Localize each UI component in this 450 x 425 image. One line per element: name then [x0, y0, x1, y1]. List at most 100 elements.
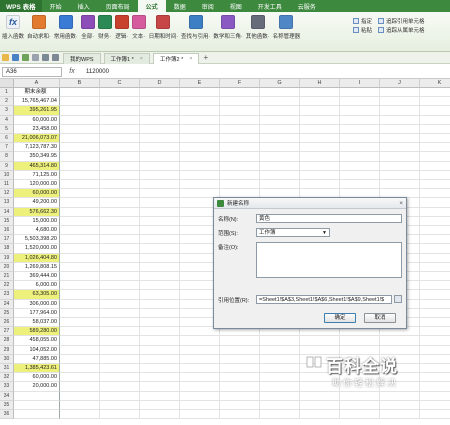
- cell[interactable]: [100, 198, 140, 208]
- cell[interactable]: [220, 134, 260, 144]
- cell[interactable]: [300, 336, 340, 346]
- cell[interactable]: [300, 400, 340, 410]
- close-icon[interactable]: ×: [399, 200, 403, 207]
- cell[interactable]: [260, 382, 300, 392]
- cell[interactable]: [140, 354, 180, 364]
- cell[interactable]: [420, 272, 450, 282]
- cell[interactable]: [100, 106, 140, 116]
- cell[interactable]: [140, 272, 180, 282]
- cell[interactable]: [100, 336, 140, 346]
- cell[interactable]: [180, 124, 220, 134]
- cell[interactable]: [100, 216, 140, 226]
- cell[interactable]: [260, 410, 300, 420]
- cell[interactable]: [340, 115, 380, 125]
- cell[interactable]: [340, 410, 380, 420]
- cell[interactable]: [60, 161, 100, 171]
- cell[interactable]: [100, 124, 140, 134]
- cell[interactable]: [180, 354, 220, 364]
- cell[interactable]: [420, 143, 450, 153]
- cell[interactable]: [100, 410, 140, 420]
- menu-item[interactable]: 页面布局: [98, 0, 138, 12]
- row-header[interactable]: 31: [0, 364, 14, 374]
- cell[interactable]: [260, 106, 300, 116]
- cell[interactable]: [60, 216, 100, 226]
- cell[interactable]: [380, 410, 420, 420]
- row-header[interactable]: 17: [0, 235, 14, 245]
- cell[interactable]: [220, 382, 260, 392]
- row-header[interactable]: 2: [0, 97, 14, 107]
- cell[interactable]: [140, 124, 180, 134]
- cell[interactable]: [60, 410, 100, 420]
- cell[interactable]: [140, 318, 180, 328]
- cell-a[interactable]: 5,503,398.20: [14, 235, 60, 245]
- cell[interactable]: [180, 106, 220, 116]
- row-header[interactable]: 10: [0, 170, 14, 180]
- cell-a[interactable]: 49,200.00: [14, 198, 60, 208]
- cell[interactable]: [420, 290, 450, 300]
- row-header[interactable]: 20: [0, 262, 14, 272]
- cell[interactable]: [220, 170, 260, 180]
- cell[interactable]: [300, 106, 340, 116]
- row-header[interactable]: 35: [0, 400, 14, 410]
- cell[interactable]: [60, 189, 100, 199]
- cell[interactable]: [420, 198, 450, 208]
- row-header[interactable]: 34: [0, 391, 14, 401]
- cell[interactable]: [340, 134, 380, 144]
- cell[interactable]: [140, 336, 180, 346]
- cell[interactable]: [100, 226, 140, 236]
- row-header[interactable]: 25: [0, 308, 14, 318]
- cell[interactable]: [220, 106, 260, 116]
- ribbon-button[interactable]: fx 插入函数: [2, 15, 24, 40]
- cell[interactable]: [100, 88, 140, 98]
- cell[interactable]: [140, 308, 180, 318]
- cell[interactable]: [220, 364, 260, 374]
- row-header[interactable]: 6: [0, 134, 14, 144]
- cell[interactable]: [60, 198, 100, 208]
- row-header[interactable]: 11: [0, 180, 14, 190]
- cell[interactable]: [60, 180, 100, 190]
- cell[interactable]: [300, 124, 340, 134]
- cell[interactable]: [100, 391, 140, 401]
- ribbon-button[interactable]: 查找与引用·: [181, 15, 210, 40]
- cell[interactable]: [100, 189, 140, 199]
- cell-a[interactable]: 47,885.00: [14, 354, 60, 364]
- ribbon-button[interactable]: 名称管理器: [273, 15, 300, 40]
- cell[interactable]: [100, 382, 140, 392]
- cell[interactable]: [420, 254, 450, 263]
- cell[interactable]: [140, 382, 180, 392]
- cell[interactable]: [420, 336, 450, 346]
- cell-a[interactable]: 177,964.00: [14, 308, 60, 318]
- ribbon-button[interactable]: 常用函数·: [54, 15, 78, 40]
- cell[interactable]: [100, 290, 140, 300]
- cell[interactable]: [140, 327, 180, 337]
- cell-a[interactable]: 7,123,787.30: [14, 143, 60, 153]
- cell[interactable]: [140, 134, 180, 144]
- cell[interactable]: [300, 97, 340, 107]
- cell[interactable]: [180, 143, 220, 153]
- ribbon-button[interactable]: 全部·: [80, 15, 95, 40]
- open-icon[interactable]: [1, 54, 9, 61]
- ribbon-button[interactable]: 逻辑·: [114, 15, 129, 40]
- cell[interactable]: [420, 97, 450, 107]
- cell[interactable]: [60, 345, 100, 355]
- cell[interactable]: [60, 382, 100, 392]
- cell-a[interactable]: 1,520,000.00: [14, 244, 60, 254]
- cell[interactable]: [60, 134, 100, 144]
- cell-a[interactable]: 60,000.00: [14, 189, 60, 199]
- cell[interactable]: [420, 171, 450, 180]
- row-header[interactable]: 18: [0, 244, 14, 254]
- name-input[interactable]: 黄色: [256, 214, 402, 223]
- row-header[interactable]: 4: [0, 115, 14, 125]
- cell[interactable]: [420, 226, 450, 236]
- cell[interactable]: [100, 299, 140, 309]
- cell[interactable]: [420, 281, 450, 291]
- cell[interactable]: [180, 336, 220, 346]
- row-header[interactable]: 16: [0, 226, 14, 236]
- cell[interactable]: [340, 124, 380, 134]
- ref-input[interactable]: =Sheet1!$A$3,Sheet1!$A$6,Sheet1!$A$9,She…: [256, 295, 392, 304]
- ribbon-button[interactable]: 数学和三角·: [213, 15, 243, 40]
- ribbon-small-button[interactable]: 追踪引用单元格: [378, 17, 425, 25]
- cell[interactable]: [60, 244, 100, 254]
- cell[interactable]: [340, 400, 380, 410]
- cell[interactable]: [60, 124, 100, 134]
